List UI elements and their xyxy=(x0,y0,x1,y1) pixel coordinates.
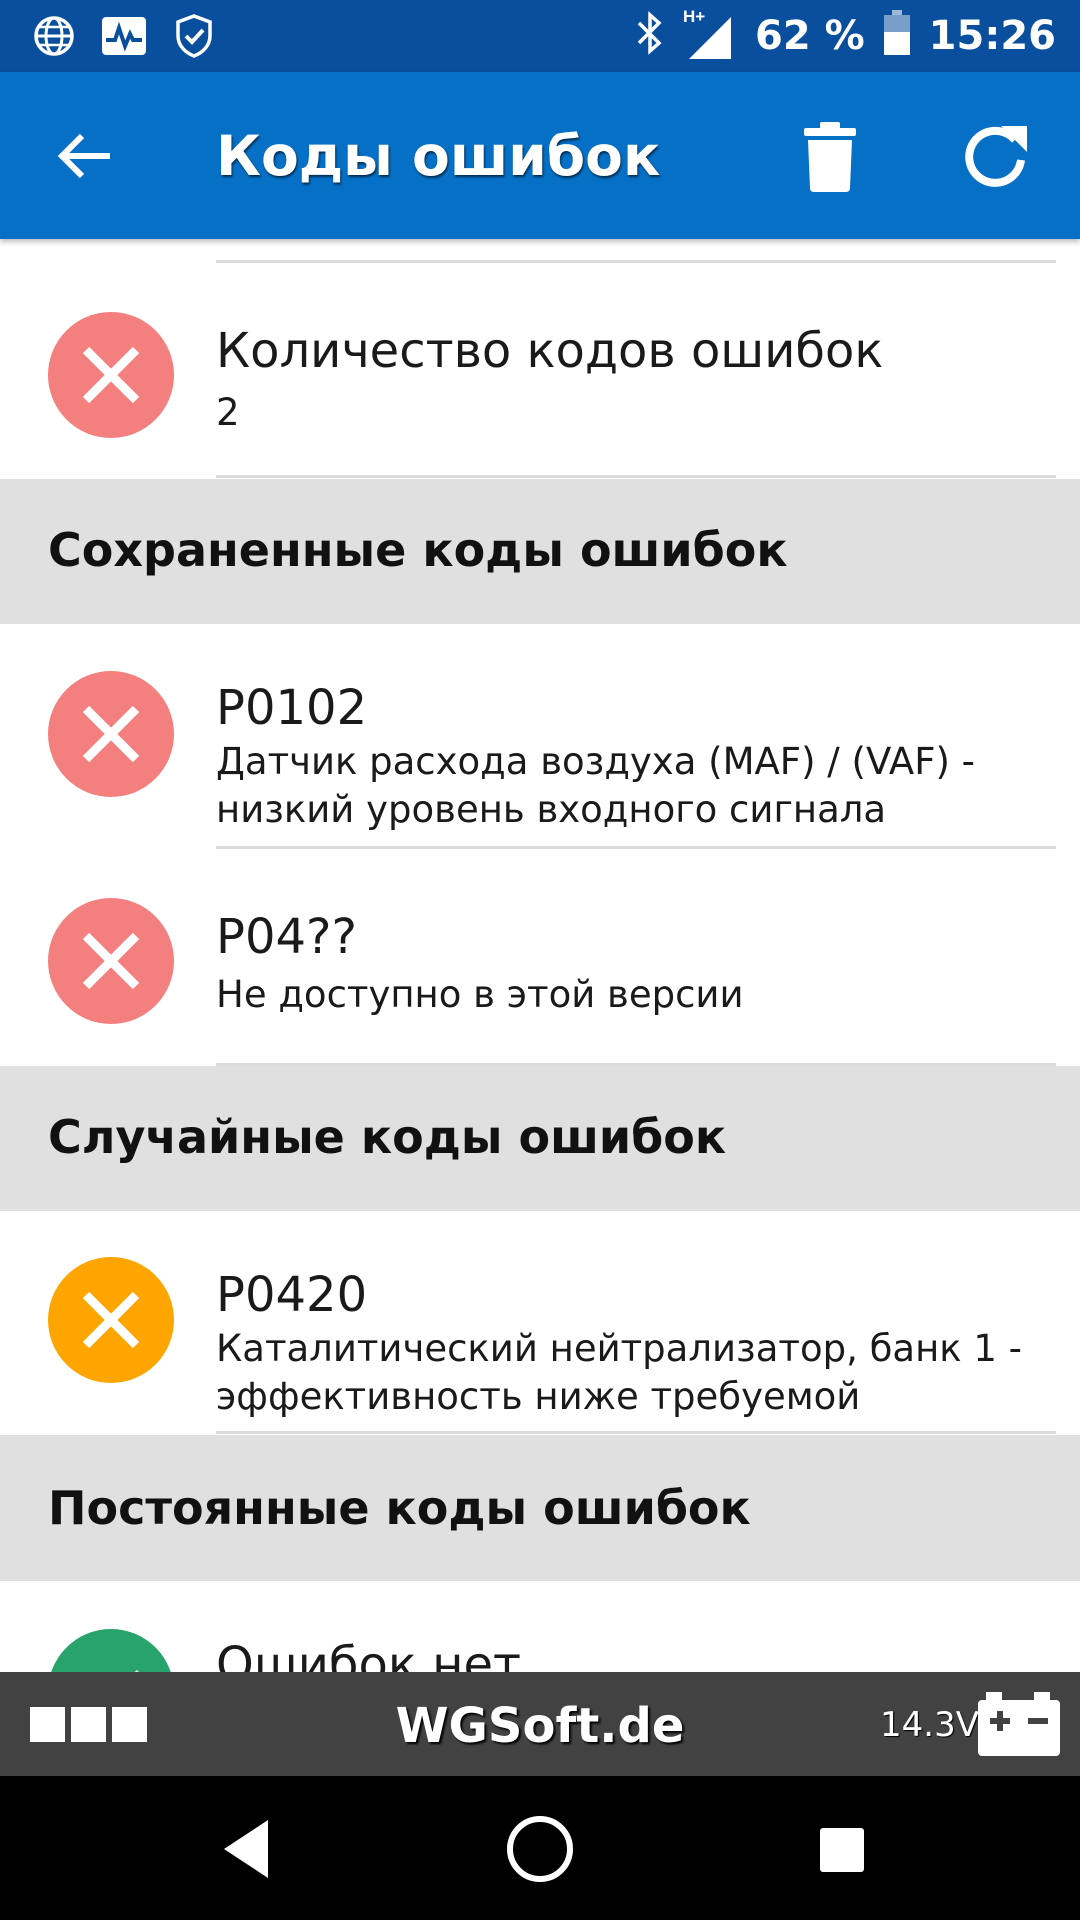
ok-status-icon xyxy=(48,1629,174,1672)
error-description: Каталитический нейтрализатор, банк 1 - э… xyxy=(216,1327,1023,1418)
error-code: P0102 xyxy=(216,680,368,736)
error-status-icon xyxy=(48,898,174,1024)
shield-icon xyxy=(170,12,218,60)
section-label: Случайные коды ошибок xyxy=(48,1110,727,1164)
error-description: Не доступно в этой версии xyxy=(216,973,744,1016)
status-bar: H+ 62 % 15:26 xyxy=(0,0,1080,72)
battery-icon xyxy=(883,10,911,61)
voltage-readout: 14.3V xyxy=(880,1705,979,1745)
section-header-permanent: Постоянные коды ошибок xyxy=(0,1435,1080,1581)
nav-home-icon[interactable] xyxy=(497,1806,583,1892)
back-arrow-icon[interactable] xyxy=(48,116,128,196)
app-bar: Коды ошибок xyxy=(0,72,1080,239)
activity-icon xyxy=(100,12,148,60)
summary-value: 2 xyxy=(216,391,240,434)
footer-bar: WGSoft.de 14.3V xyxy=(0,1672,1080,1776)
system-nav-bar xyxy=(0,1776,1080,1920)
section-label: Сохраненные коды ошибок xyxy=(48,523,788,577)
signal-icon: H+ xyxy=(683,7,737,61)
divider xyxy=(216,475,1056,478)
refresh-icon[interactable] xyxy=(955,116,1035,196)
list-item-p0102[interactable]: P0102 Датчик расхода воздуха (MAF) / (VA… xyxy=(0,624,1080,850)
section-label: Постоянные коды ошибок xyxy=(48,1481,751,1535)
error-code: P0420 xyxy=(216,1267,368,1323)
divider xyxy=(216,1431,1056,1434)
warning-status-icon xyxy=(48,1257,174,1383)
error-code: P04?? xyxy=(216,909,357,965)
error-description: Датчик расхода воздуха (MAF) / (VAF) - н… xyxy=(216,740,976,831)
nav-recents-icon[interactable] xyxy=(798,1806,884,1892)
error-code-list[interactable]: Количество кодов ошибок 2 Сохраненные ко… xyxy=(0,239,1080,1672)
battery-percent: 62 % xyxy=(755,12,865,59)
page-title: Коды ошибок xyxy=(216,124,661,188)
clock: 15:26 xyxy=(928,12,1056,59)
globe-icon xyxy=(30,12,78,60)
section-header-intermittent: Случайные коды ошибок xyxy=(0,1066,1080,1211)
list-item-no-errors[interactable]: Ошибок нет xyxy=(0,1581,1080,1672)
nav-back-icon[interactable] xyxy=(208,1806,294,1892)
list-item-summary[interactable]: Количество кодов ошибок 2 xyxy=(0,263,1080,479)
bluetooth-icon xyxy=(635,11,665,60)
section-header-stored: Сохраненные коды ошибок xyxy=(0,479,1080,624)
trash-icon[interactable] xyxy=(790,116,870,196)
error-code: Ошибок нет xyxy=(216,1637,521,1672)
summary-title: Количество кодов ошибок xyxy=(216,323,884,379)
car-battery-icon xyxy=(978,1692,1060,1756)
error-status-icon xyxy=(48,671,174,797)
error-status-icon xyxy=(48,312,174,438)
list-item-p04xx[interactable]: P04?? Не доступно в этой версии xyxy=(0,849,1080,1069)
list-item-p0420[interactable]: P0420 Каталитический нейтрализатор, банк… xyxy=(0,1211,1080,1435)
